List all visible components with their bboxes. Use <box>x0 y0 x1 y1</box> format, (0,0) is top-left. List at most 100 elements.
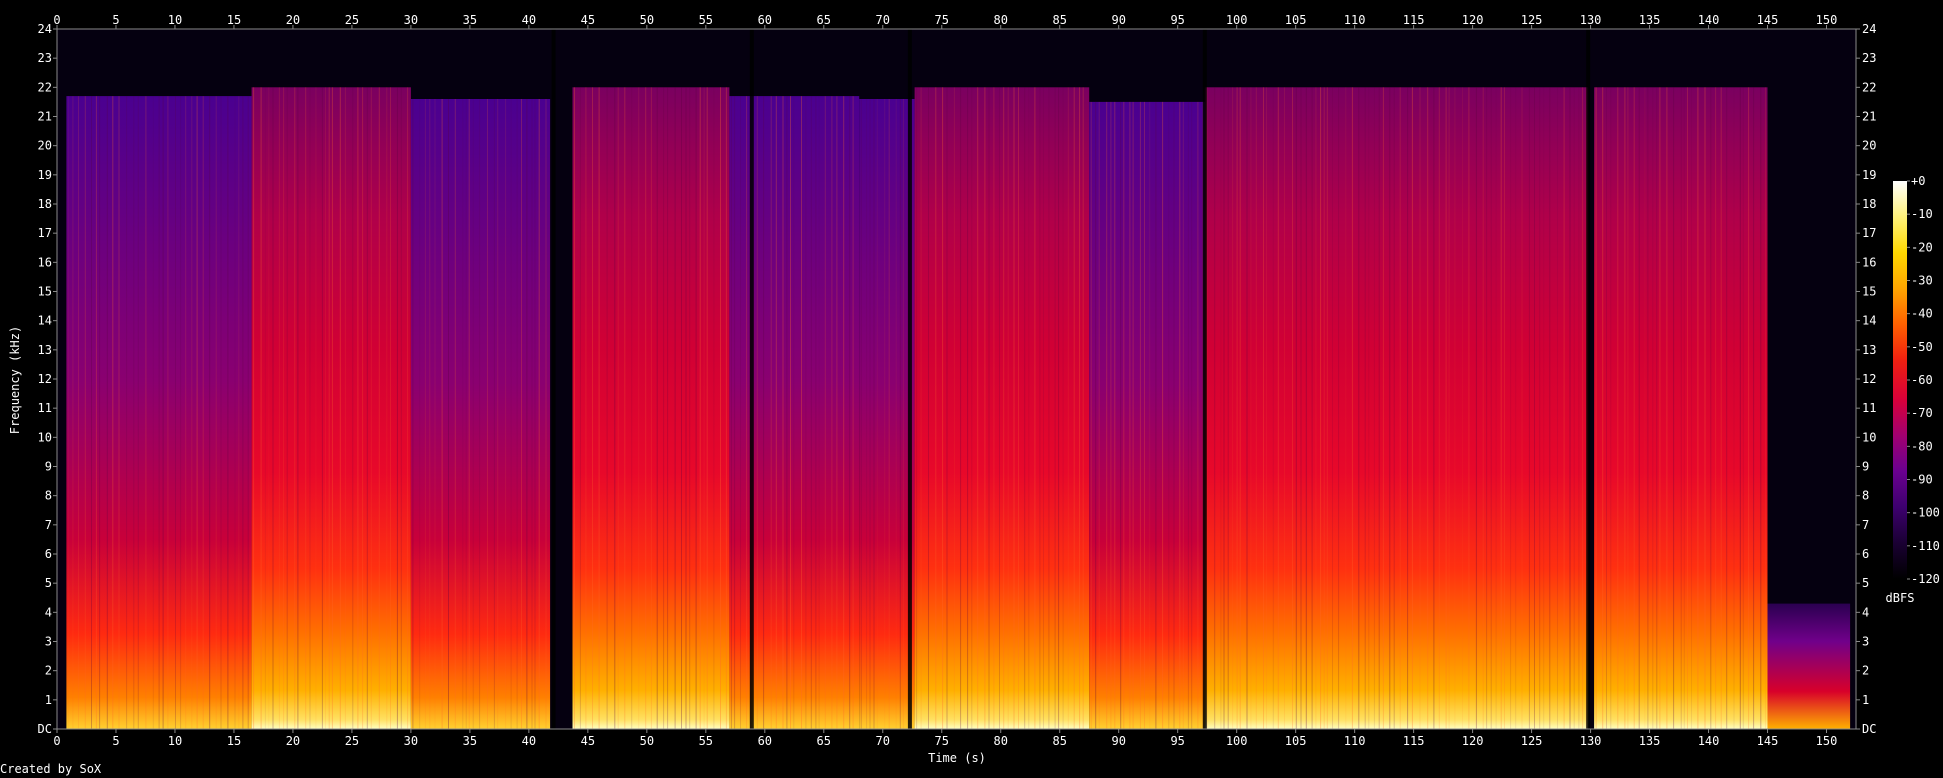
silent-gap-1 <box>749 29 754 729</box>
y-tick-label: 22 <box>1862 80 1876 94</box>
y-tick-label: 16 <box>38 255 52 269</box>
x-tick-label: 40 <box>522 13 536 27</box>
x-tick-label: 10 <box>168 13 182 27</box>
y-tick-label: 24 <box>1862 22 1876 36</box>
colorbar-tick-label: -50 <box>1911 340 1933 354</box>
y-tick-label: 15 <box>1862 285 1876 299</box>
colorbar-tick-label: +0 <box>1911 174 1925 188</box>
x-tick-label: 140 <box>1698 13 1720 27</box>
y-tick-label: 3 <box>45 635 52 649</box>
x-tick-label: 140 <box>1698 734 1720 748</box>
y-tick-label: 9 <box>45 460 52 474</box>
y-tick-label: 22 <box>38 80 52 94</box>
y-tick-label: 21 <box>1862 110 1876 124</box>
x-tick-label: 80 <box>994 734 1008 748</box>
spectrogram-band-5 <box>859 99 915 729</box>
y-tick-label: 19 <box>38 168 52 182</box>
y-tick-label: 6 <box>45 547 52 561</box>
y-axis-left: DC12345678910111213141516171819202122232… <box>38 22 57 736</box>
y-tick-label: 11 <box>38 401 52 415</box>
colorbar-tick-label: -30 <box>1911 274 1933 288</box>
y-tick-label: 1 <box>1862 693 1869 707</box>
colorbar-tick-label: -20 <box>1911 240 1933 254</box>
x-tick-label: 95 <box>1170 13 1184 27</box>
colorbar-tick-label: -120 <box>1911 572 1940 586</box>
spectrogram-band-8 <box>1204 87 1589 730</box>
x-tick-label: 20 <box>286 13 300 27</box>
x-tick-label: 40 <box>522 734 536 748</box>
y-tick-label: 17 <box>1862 226 1876 240</box>
x-tick-label: 85 <box>1052 13 1066 27</box>
silent-gap-0 <box>551 29 556 729</box>
y-tick-label: DC <box>38 722 52 736</box>
y-tick-label: 24 <box>38 22 52 36</box>
y-tick-label: 4 <box>1862 605 1869 619</box>
y-tick-label: 23 <box>1862 51 1876 65</box>
y-tick-label: 19 <box>1862 168 1876 182</box>
y-tick-label: 13 <box>1862 343 1876 357</box>
x-axis-top: 0 5 10 15 20 25 30 35 40 45 50 55 60 65 70 75 80 85 90 95 10… <box>53 13 1837 29</box>
x-tick-label: 15 <box>227 734 241 748</box>
x-tick-label: 130 <box>1580 734 1602 748</box>
x-tick-label: 135 <box>1639 734 1661 748</box>
y-tick-label: 6 <box>1862 547 1869 561</box>
x-tick-label: 95 <box>1170 734 1184 748</box>
x-tick-label: 60 <box>758 734 772 748</box>
x-tick-label: 100 <box>1226 13 1248 27</box>
x-tick-label: 25 <box>345 734 359 748</box>
x-tick-label: 125 <box>1521 13 1543 27</box>
x-tick-label: 110 <box>1344 13 1366 27</box>
y-tick-label: 8 <box>45 489 52 503</box>
y-tick-label: 20 <box>38 139 52 153</box>
y-tick-label: 3 <box>1862 635 1869 649</box>
y-tick-label: 15 <box>38 285 52 299</box>
x-tick-label: 75 <box>935 734 949 748</box>
colorbar-tick-label: -60 <box>1911 373 1933 387</box>
x-tick-label: 105 <box>1285 13 1307 27</box>
x-tick-label: 35 <box>463 13 477 27</box>
y-tick-label: 2 <box>1862 664 1869 678</box>
y-tick-label: 8 <box>1862 489 1869 503</box>
x-tick-label: 110 <box>1344 734 1366 748</box>
y-tick-label: 18 <box>1862 197 1876 211</box>
x-tick-label: 145 <box>1757 13 1779 27</box>
credit-text: Created by SoX <box>0 762 102 776</box>
x-tick-label: 20 <box>286 734 300 748</box>
x-tick-label: 130 <box>1580 13 1602 27</box>
y-tick-label: 23 <box>38 51 52 65</box>
colorbar-label: dBFS <box>1886 591 1915 605</box>
x-tick-label: 60 <box>758 13 772 27</box>
x-tick-label: 25 <box>345 13 359 27</box>
x-tick-label: 70 <box>876 13 890 27</box>
x-tick-label: 145 <box>1757 734 1779 748</box>
colorbar-tick-label: -80 <box>1911 439 1933 453</box>
y-tick-label: 5 <box>45 576 52 590</box>
x-tick-label: 10 <box>168 734 182 748</box>
x-tick-label: 45 <box>581 13 595 27</box>
colorbar-tick-label: -100 <box>1911 506 1940 520</box>
y-tick-label: 5 <box>1862 576 1869 590</box>
spectrogram-band-2 <box>410 99 551 729</box>
y-tick-label: 13 <box>38 343 52 357</box>
y-tick-label: 11 <box>1862 401 1876 415</box>
x-tick-label: 5 <box>112 734 119 748</box>
x-tick-label: 55 <box>699 734 713 748</box>
y-axis-right: DC12345678910111213141516171819202122232… <box>1856 22 1876 736</box>
colorbar-ticks: +0 -10 -20 -30 -40 -50 -60 -70 -80 -90 -100 -110 -12… <box>1907 174 1940 586</box>
silent-gap-4 <box>1586 29 1591 729</box>
y-tick-label: 10 <box>38 430 52 444</box>
y-tick-label: DC <box>1862 722 1876 736</box>
x-tick-label: 90 <box>1111 13 1125 27</box>
y-tick-label: 7 <box>45 518 52 532</box>
y-tick-label: 10 <box>1862 430 1876 444</box>
spectrogram-band-10 <box>1767 603 1851 729</box>
y-tick-label: 16 <box>1862 255 1876 269</box>
x-tick-label: 30 <box>404 13 418 27</box>
y-tick-label: 12 <box>1862 372 1876 386</box>
y-tick-label: 14 <box>38 314 52 328</box>
colorbar-tick-label: -10 <box>1911 207 1933 221</box>
colorbar-tick-label: -110 <box>1911 539 1940 553</box>
x-tick-label: 45 <box>581 734 595 748</box>
y-tick-label: 18 <box>38 197 52 211</box>
colorbar-tick-label: -90 <box>1911 473 1933 487</box>
